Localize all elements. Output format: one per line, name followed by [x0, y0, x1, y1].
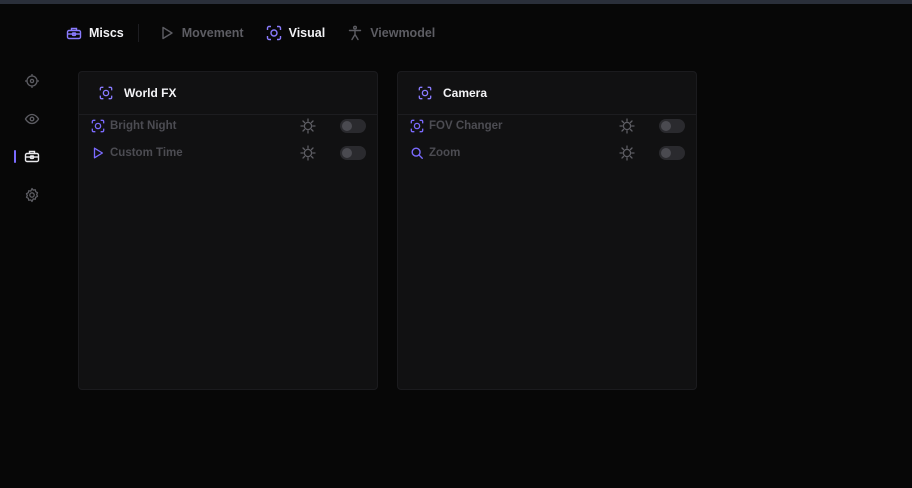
feature-label: FOV Changer	[429, 120, 503, 132]
feature-row-bright-night: Bright Night	[91, 116, 366, 136]
play-icon	[159, 25, 175, 41]
feature-label: Custom Time	[110, 147, 183, 159]
feature-toggle[interactable]	[340, 119, 366, 133]
search-icon	[410, 146, 424, 160]
settings-cog-button[interactable]	[300, 118, 316, 134]
tab-miscs[interactable]: Miscs	[66, 22, 124, 44]
scan-face-icon	[99, 86, 113, 100]
panel-header: World FX	[79, 72, 377, 115]
toolbox-icon	[66, 25, 82, 41]
panel-title: Camera	[443, 86, 488, 100]
scan-face-icon	[91, 119, 105, 133]
tab-label: Viewmodel	[370, 26, 436, 40]
tab-visual[interactable]: Visual	[266, 22, 326, 44]
panel-title: World FX	[124, 86, 177, 100]
panel-camera: Camera FOV Changer Zoom	[397, 71, 697, 390]
sidebar-item-settings[interactable]	[23, 186, 41, 204]
tab-label: Miscs	[89, 26, 124, 40]
app-window: Miscs Movement Visual Viewmodel World FX…	[0, 4, 912, 488]
tab-label: Movement	[181, 26, 244, 40]
nav-divider	[137, 24, 139, 42]
active-indicator	[14, 150, 16, 163]
feature-row-zoom: Zoom	[410, 143, 685, 163]
feature-row-custom-time: Custom Time	[91, 143, 366, 163]
feature-row-fov-changer: FOV Changer	[410, 116, 685, 136]
settings-cog-button[interactable]	[619, 118, 635, 134]
person-icon	[347, 25, 363, 41]
scan-face-icon	[266, 25, 282, 41]
feature-label: Bright Night	[110, 120, 177, 132]
top-nav: Miscs Movement Visual Viewmodel	[66, 22, 435, 44]
play-icon	[91, 146, 105, 160]
feature-label: Zoom	[429, 147, 461, 159]
panel-header: Camera	[398, 72, 696, 115]
sidebar-item-misc[interactable]	[23, 147, 41, 165]
tab-movement[interactable]: Movement	[159, 22, 244, 44]
eye-icon	[24, 111, 40, 127]
scan-face-icon	[410, 119, 424, 133]
panel-world-fx: World FX Bright Night Custom Time	[78, 71, 378, 390]
feature-toggle[interactable]	[659, 146, 685, 160]
crosshair-icon	[24, 73, 40, 89]
scan-face-icon	[418, 86, 432, 100]
feature-toggle[interactable]	[340, 146, 366, 160]
sidebar-item-aim[interactable]	[23, 72, 41, 90]
settings-cog-button[interactable]	[619, 145, 635, 161]
settings-cog-button[interactable]	[300, 145, 316, 161]
tab-label: Visual	[288, 26, 326, 40]
feature-toggle[interactable]	[659, 119, 685, 133]
toolbox-icon	[24, 148, 40, 164]
sidebar-item-visuals[interactable]	[23, 110, 41, 128]
gear-icon	[24, 187, 40, 203]
tab-viewmodel[interactable]: Viewmodel	[347, 22, 435, 44]
